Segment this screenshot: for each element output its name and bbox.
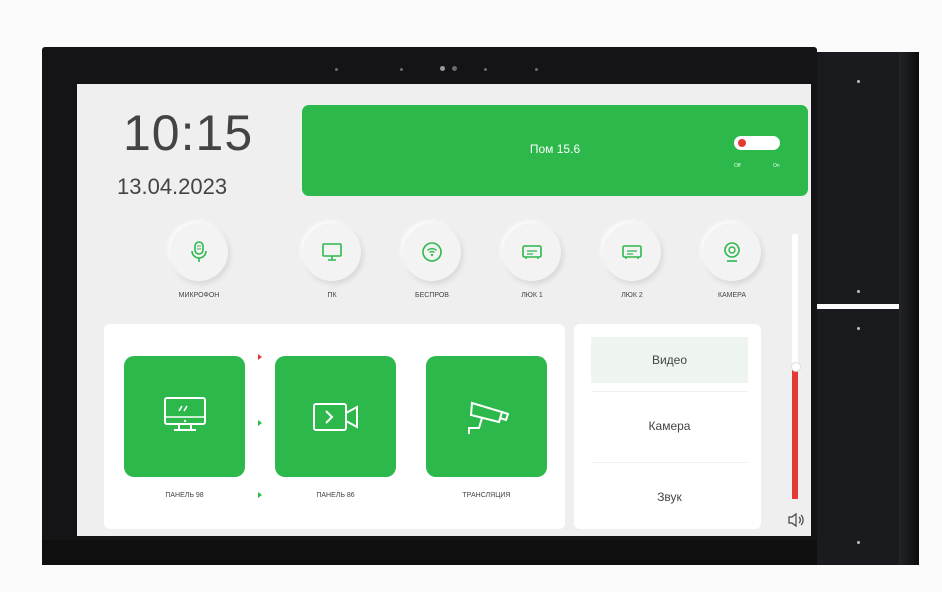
sensor-dot	[535, 68, 538, 71]
toggle-knob	[738, 139, 746, 147]
speaker-icon	[787, 512, 805, 533]
source-panel98-tile[interactable]	[124, 356, 245, 477]
hatch2-label: ЛЮК 2	[621, 292, 643, 299]
side-button-top[interactable]	[817, 52, 899, 304]
sensor-dot	[400, 68, 403, 71]
route-arrow-icon	[258, 492, 262, 498]
device-side-edge	[899, 52, 919, 565]
volume-fill	[792, 369, 798, 499]
camera-lens	[452, 66, 457, 71]
sensor-dot	[484, 68, 487, 71]
menu-item-video[interactable]: Видео	[591, 337, 748, 383]
video-icon	[312, 402, 358, 431]
menu-divider	[591, 391, 748, 392]
volume-slider[interactable]	[791, 234, 801, 499]
side-button-bottom[interactable]	[817, 309, 899, 565]
camera-label: КАМЕРА	[717, 292, 747, 299]
pc-button[interactable]	[303, 223, 361, 281]
wireless-label: БЕСПРОВ	[415, 292, 449, 299]
menu-item-sound[interactable]: Звук	[591, 474, 748, 520]
source-panel86-label: ПАНЕЛЬ 86	[316, 492, 355, 499]
microphone-button[interactable]	[170, 223, 228, 281]
pc-label: ПК	[327, 292, 337, 299]
toggle-off-label: Off	[734, 163, 741, 169]
clock-time: 10:15	[123, 105, 254, 161]
source-panel98-label: ПАНЕЛЬ 98	[165, 492, 204, 499]
camera-button[interactable]	[703, 223, 761, 281]
hatch1-button[interactable]	[503, 223, 561, 281]
pc-monitor-icon	[163, 396, 206, 431]
webcam-icon	[724, 242, 740, 262]
route-arrow-icon	[258, 420, 262, 426]
sensor-dot	[335, 68, 338, 71]
menu-divider	[591, 462, 748, 463]
room-banner[interactable]: Пом 15.6 Off On	[302, 105, 808, 196]
power-toggle[interactable]	[734, 136, 780, 150]
source-broadcast-label: ТРАНСЛЯЦИЯ	[462, 492, 511, 499]
route-arrow-icon	[258, 354, 262, 360]
hatch2-button[interactable]	[603, 223, 661, 281]
volume-handle[interactable]	[791, 362, 801, 372]
projector-icon	[522, 245, 542, 259]
source-panel86-tile[interactable]	[275, 356, 396, 477]
touch-screen: 10:15 13.04.2023 Пом 15.6 Off On МИКРОФО…	[77, 84, 811, 536]
source-panel: ПАНЕЛЬ 98 ПАНЕЛЬ 86 ТРАНСЛЯЦИЯ	[104, 324, 565, 529]
projector-icon	[622, 245, 642, 259]
wifi-icon	[422, 242, 442, 262]
microphone-label: МИКРОФОН	[178, 292, 220, 299]
room-title: Пом 15.6	[529, 142, 581, 156]
monitor-icon	[322, 243, 342, 261]
device-bezel-bottom	[42, 540, 817, 565]
hatch1-label: ЛЮК 1	[521, 292, 543, 299]
source-broadcast-tile[interactable]	[426, 356, 547, 477]
wireless-button[interactable]	[403, 223, 461, 281]
clock-date: 13.04.2023	[117, 174, 228, 199]
cctv-camera-icon	[467, 401, 509, 434]
mode-menu: Видео Камера Звук	[574, 324, 761, 529]
menu-item-camera[interactable]: Камера	[591, 403, 748, 449]
camera-lens	[440, 66, 445, 71]
microphone-icon	[191, 241, 207, 262]
toggle-on-label: On	[773, 163, 780, 169]
